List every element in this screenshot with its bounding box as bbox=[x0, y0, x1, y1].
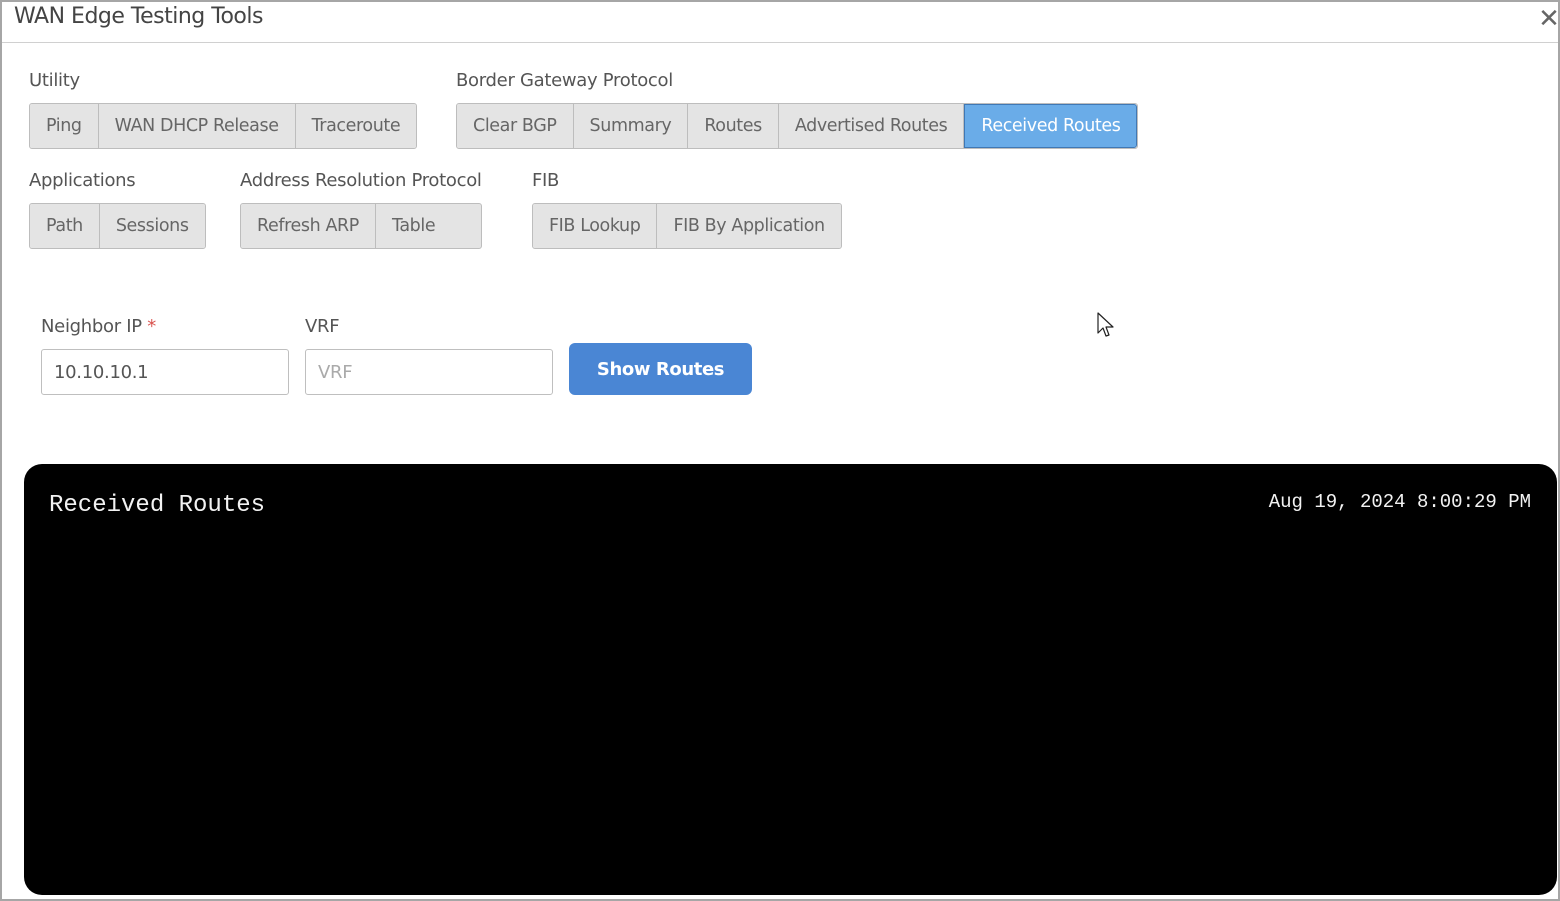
vrf-label: VRF bbox=[305, 316, 340, 337]
modal-title: WAN Edge Testing Tools bbox=[14, 4, 263, 29]
output-terminal: Received Routes Aug 19, 2024 8:00:29 PM bbox=[24, 464, 1557, 895]
summary-button[interactable]: Summary bbox=[573, 104, 689, 148]
arp-table-button[interactable]: Table bbox=[375, 204, 452, 248]
fib-label: FIB bbox=[532, 170, 560, 191]
mouse-pointer-icon bbox=[1097, 312, 1114, 337]
utility-button-group: Ping WAN DHCP Release Traceroute bbox=[29, 103, 418, 149]
ping-button[interactable]: Ping bbox=[30, 104, 99, 148]
bgp-group: Border Gateway Protocol Clear BGP Summar… bbox=[456, 69, 1139, 149]
output-title: Received Routes bbox=[49, 492, 266, 519]
modal-header: WAN Edge Testing Tools ✕ bbox=[2, 2, 1560, 43]
testing-tools-modal: WAN Edge Testing Tools ✕ Utility Ping WA… bbox=[0, 0, 1560, 901]
output-timestamp: Aug 19, 2024 8:00:29 PM bbox=[1268, 491, 1531, 513]
vrf-input[interactable] bbox=[305, 349, 553, 395]
neighbor-ip-label-text: Neighbor IP bbox=[41, 316, 142, 337]
fib-group: FIB FIB Lookup FIB By Application bbox=[532, 169, 842, 249]
bgp-label: Border Gateway Protocol bbox=[456, 70, 673, 91]
refresh-arp-button[interactable]: Refresh ARP bbox=[241, 204, 376, 248]
applications-button-group: Path Sessions bbox=[29, 203, 206, 249]
received-routes-button[interactable]: Received Routes bbox=[964, 104, 1138, 148]
close-icon[interactable]: ✕ bbox=[1538, 4, 1560, 34]
bgp-button-group: Clear BGP Summary Routes Advertised Rout… bbox=[456, 103, 1139, 149]
show-routes-button[interactable]: Show Routes bbox=[569, 343, 752, 395]
required-mark: * bbox=[147, 316, 156, 337]
utility-label: Utility bbox=[29, 70, 80, 91]
arp-label: Address Resolution Protocol bbox=[240, 170, 482, 191]
fib-button-group: FIB Lookup FIB By Application bbox=[532, 203, 842, 249]
utility-group: Utility Ping WAN DHCP Release Traceroute bbox=[29, 69, 418, 149]
applications-label: Applications bbox=[29, 170, 136, 191]
arp-button-group: Refresh ARP Table bbox=[240, 203, 482, 249]
fib-lookup-button[interactable]: FIB Lookup bbox=[533, 204, 658, 248]
arp-group: Address Resolution Protocol Refresh ARP … bbox=[240, 169, 482, 249]
path-button[interactable]: Path bbox=[30, 204, 100, 248]
advertised-routes-button[interactable]: Advertised Routes bbox=[778, 104, 965, 148]
neighbor-ip-label: Neighbor IP * bbox=[41, 316, 156, 337]
neighbor-ip-input[interactable] bbox=[41, 349, 289, 395]
sessions-button[interactable]: Sessions bbox=[99, 204, 205, 248]
traceroute-button[interactable]: Traceroute bbox=[295, 104, 417, 148]
fib-by-application-button[interactable]: FIB By Application bbox=[657, 204, 841, 248]
routes-button[interactable]: Routes bbox=[688, 104, 779, 148]
clear-bgp-button[interactable]: Clear BGP bbox=[457, 104, 574, 148]
applications-group: Applications Path Sessions bbox=[29, 169, 206, 249]
wan-dhcp-release-button[interactable]: WAN DHCP Release bbox=[98, 104, 296, 148]
